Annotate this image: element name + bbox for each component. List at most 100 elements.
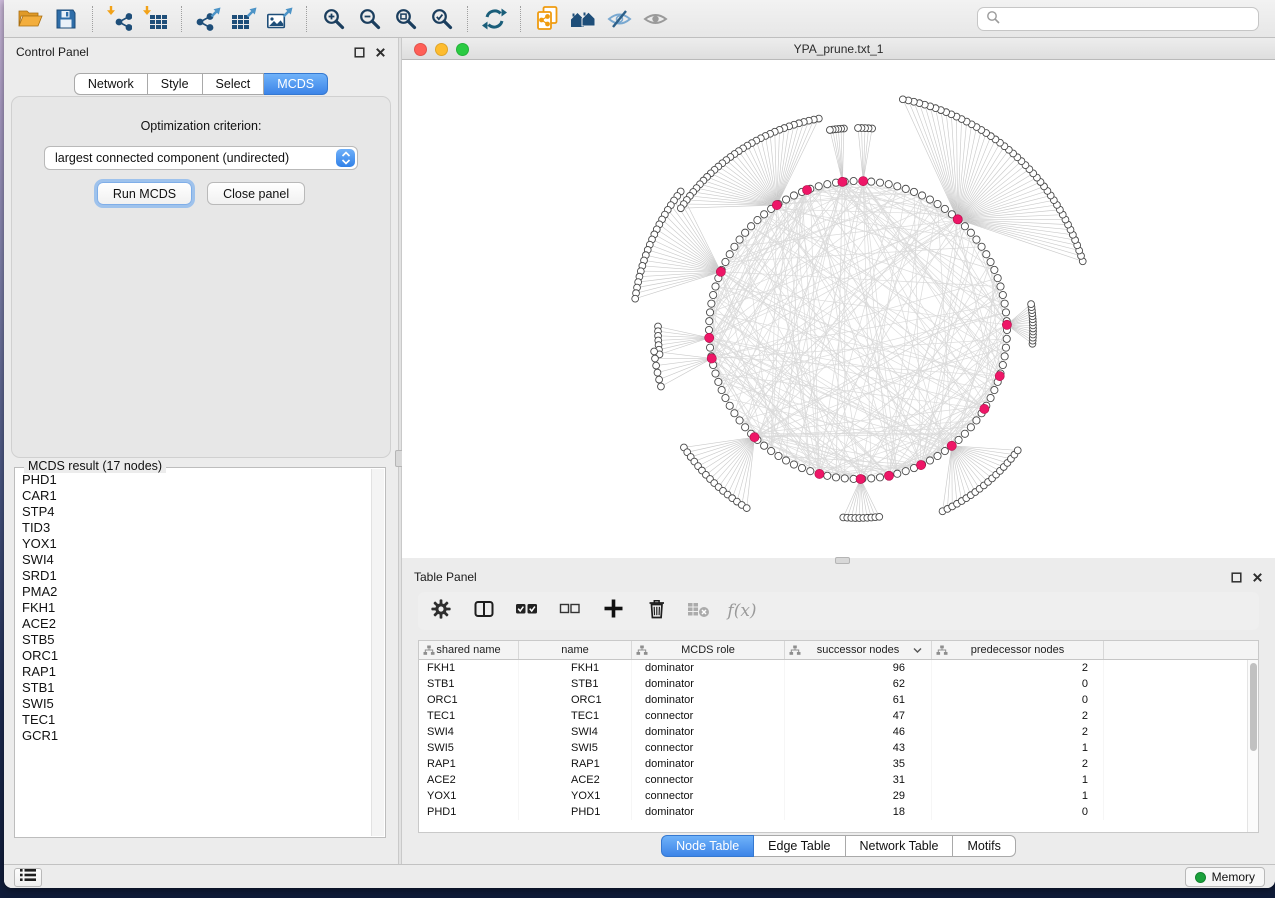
column-header-successor-nodes[interactable]: successor nodes (785, 641, 932, 659)
export-network-button[interactable] (190, 4, 226, 34)
column-header-filler (1104, 641, 1258, 659)
list-item[interactable]: YOX1 (16, 536, 370, 552)
mcds-result-title: MCDS result (17 nodes) (24, 459, 166, 473)
import-network-button[interactable] (101, 4, 137, 34)
run-mcds-button[interactable]: Run MCDS (97, 182, 192, 205)
tab-node-table[interactable]: Node Table (661, 835, 754, 857)
cell-name: YOX1 (519, 788, 632, 804)
search-input[interactable] (1006, 12, 1250, 26)
optimization-criterion-dropdown[interactable]: largest connected component (undirected) (44, 146, 358, 170)
cell-name: SWI4 (519, 724, 632, 740)
open-file-button[interactable] (12, 4, 48, 34)
table-row[interactable]: SWI5SWI5connector431 (419, 740, 1258, 756)
list-item[interactable]: PMA2 (16, 584, 370, 600)
mcds-result-list[interactable]: PHD1CAR1STP4TID3YOX1SWI4SRD1PMA2FKH1ACE2… (16, 472, 370, 836)
search-box[interactable] (977, 7, 1259, 31)
list-item[interactable]: STP4 (16, 504, 370, 520)
select-all-icon (515, 599, 539, 624)
mcds-panel: Optimization criterion: largest connecte… (11, 96, 391, 458)
first-neighbors-button[interactable] (565, 4, 601, 34)
table-row[interactable]: SWI4SWI4dominator462 (419, 724, 1258, 740)
tab-style[interactable]: Style (148, 73, 203, 95)
zoom-out-button[interactable] (351, 4, 387, 34)
table-row[interactable]: ACE2ACE2connector311 (419, 772, 1258, 788)
column-header-name[interactable]: name (519, 641, 632, 659)
float-table-panel-icon[interactable] (1231, 572, 1242, 583)
list-item[interactable]: CAR1 (16, 488, 370, 504)
list-item[interactable]: GCR1 (16, 728, 370, 744)
mcds-list-scrollbar[interactable] (371, 469, 384, 836)
table-options-button[interactable] (428, 598, 454, 624)
column-header-predecessor-nodes[interactable]: predecessor nodes (932, 641, 1104, 659)
list-item[interactable]: TEC1 (16, 712, 370, 728)
show-all-icon (643, 7, 668, 31)
tab-network-table[interactable]: Network Table (846, 835, 954, 857)
float-panel-icon[interactable] (354, 47, 365, 58)
toolbar-separator (467, 6, 468, 32)
close-panel-button[interactable]: Close panel (207, 182, 305, 205)
column-type-icon (936, 645, 948, 656)
tab-edge-table[interactable]: Edge Table (754, 835, 845, 857)
list-item[interactable]: STB1 (16, 680, 370, 696)
list-item[interactable]: RAP1 (16, 664, 370, 680)
close-window-icon[interactable] (414, 43, 427, 56)
deselect-all-button[interactable] (557, 598, 583, 624)
column-header-shared-name[interactable]: shared name (419, 641, 519, 659)
duplicate-network-button[interactable] (529, 4, 565, 34)
close-table-panel-icon[interactable] (1252, 572, 1263, 583)
select-all-button[interactable] (514, 598, 540, 624)
network-canvas[interactable] (402, 60, 1275, 558)
show-all-button[interactable] (637, 4, 673, 34)
delete-column-button[interactable] (643, 598, 669, 624)
toolbar-separator (92, 6, 93, 32)
list-item[interactable]: SWI4 (16, 552, 370, 568)
tab-mcds[interactable]: MCDS (264, 73, 328, 95)
tab-motifs[interactable]: Motifs (953, 835, 1015, 857)
export-image-button[interactable] (262, 4, 298, 34)
tab-network[interactable]: Network (74, 73, 148, 95)
close-panel-icon[interactable] (375, 47, 386, 58)
table-row[interactable]: FKH1FKH1dominator962 (419, 660, 1258, 676)
table-row[interactable]: YOX1YOX1connector291 (419, 788, 1258, 804)
maximize-window-icon[interactable] (456, 43, 469, 56)
zoom-selected-button[interactable] (423, 4, 459, 34)
column-header-MCDS-role[interactable]: MCDS role (632, 641, 785, 659)
table-row[interactable]: PHD1PHD1dominator180 (419, 804, 1258, 820)
minimize-window-icon[interactable] (435, 43, 448, 56)
hide-selected-button[interactable] (601, 4, 637, 34)
table-row[interactable]: RAP1RAP1dominator352 (419, 756, 1258, 772)
cell-predecessor-nodes: 2 (932, 708, 1104, 724)
toggle-columns-button[interactable] (471, 598, 497, 624)
tab-select[interactable]: Select (203, 73, 265, 95)
list-item[interactable]: TID3 (16, 520, 370, 536)
list-item[interactable]: FKH1 (16, 600, 370, 616)
table-row[interactable]: TEC1TEC1connector472 (419, 708, 1258, 724)
table-row[interactable]: ORC1ORC1dominator610 (419, 692, 1258, 708)
table-scrollbar[interactable] (1247, 660, 1258, 832)
zoom-fit-button[interactable] (387, 4, 423, 34)
list-item[interactable]: PHD1 (16, 472, 370, 488)
duplicate-network-icon (535, 6, 560, 31)
cell-shared-name: SWI5 (419, 740, 519, 756)
cell-predecessor-nodes: 1 (932, 788, 1104, 804)
task-history-button[interactable] (14, 868, 42, 887)
import-table-button[interactable] (137, 4, 173, 34)
save-session-button[interactable] (48, 4, 84, 34)
network-window-titlebar[interactable]: YPA_prune.txt_1 (402, 38, 1275, 60)
list-item[interactable]: ACE2 (16, 616, 370, 632)
cell-name: SWI5 (519, 740, 632, 756)
column-type-icon (789, 645, 801, 656)
table-scrollbar-thumb[interactable] (1250, 663, 1257, 751)
list-item[interactable]: ORC1 (16, 648, 370, 664)
sort-desc-icon (913, 647, 922, 654)
list-item[interactable]: SRD1 (16, 568, 370, 584)
list-item[interactable]: STB5 (16, 632, 370, 648)
export-table-button[interactable] (226, 4, 262, 34)
horizontal-splitter-grip[interactable] (835, 557, 850, 564)
list-item[interactable]: SWI5 (16, 696, 370, 712)
table-row[interactable]: STB1STB1dominator620 (419, 676, 1258, 692)
add-column-button[interactable] (600, 598, 626, 624)
refresh-view-button[interactable] (476, 4, 512, 34)
memory-button[interactable]: Memory (1185, 867, 1265, 887)
zoom-in-button[interactable] (315, 4, 351, 34)
